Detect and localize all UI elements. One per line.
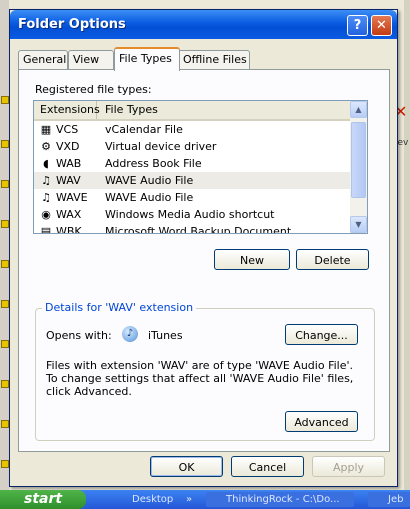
extension-cell: WAV [56, 174, 81, 187]
tab-offline-files[interactable]: Offline Files [178, 50, 250, 69]
extension-cell: VXD [56, 140, 80, 153]
window-title: Folder Options [18, 17, 126, 32]
file-type-cell: Microsoft Word Backup Document [105, 225, 292, 234]
background-marker-icon [1, 140, 9, 148]
extension-cell: VCS [56, 123, 79, 136]
opens-with-app: iTunes [148, 329, 183, 342]
taskbar-item-thinkingrock[interactable]: ThinkingRock - C:\Do... [206, 492, 354, 507]
itunes-icon: ♪ [122, 326, 138, 342]
details-description: Files with extension 'WAV' are of type '… [46, 359, 354, 398]
list-header: Extensions File Types [34, 101, 350, 121]
new-button[interactable]: New [214, 249, 290, 270]
scroll-thumb[interactable] [351, 122, 366, 198]
background-window-edge [0, 0, 9, 490]
list-item[interactable]: ▤ WBK Microsoft Word Backup Document [34, 223, 350, 234]
background-marker-icon [1, 96, 9, 104]
file-type-cell: Address Book File [105, 157, 202, 170]
file-types-list[interactable]: Extensions File Types ▦ VCS vCalendar File… [33, 100, 368, 234]
delete-button[interactable]: Delete [296, 249, 369, 270]
column-header-file-types[interactable]: File Types [97, 101, 350, 119]
background-marker-icon [1, 300, 9, 308]
document-icon: ▤ [40, 225, 52, 234]
address-book-icon: ◖ [43, 157, 49, 170]
file-types-panel: Registered file types: Extensions File T… [18, 69, 390, 452]
scroll-down-button[interactable]: ▼ [350, 216, 367, 233]
background-marker-icon [1, 180, 9, 188]
registered-types-label: Registered file types: [35, 83, 152, 96]
gear-icon: ⚙ [41, 140, 51, 153]
music-note-icon: ♫ [41, 191, 51, 204]
music-note-icon: ♫ [41, 174, 51, 187]
list-item[interactable]: ♫ WAV WAVE Audio File [34, 172, 350, 189]
ok-button[interactable]: OK [150, 456, 223, 477]
background-marker-icon [1, 460, 9, 468]
file-type-cell: vCalendar File [105, 123, 183, 136]
background-marker-icon [1, 340, 9, 348]
file-type-cell: Windows Media Audio shortcut [105, 208, 275, 221]
column-header-extensions[interactable]: Extensions [34, 101, 100, 119]
calendar-icon: ▦ [40, 123, 52, 136]
taskbar-item-jeb[interactable]: Jeb [368, 492, 410, 507]
advanced-button[interactable]: Advanced [285, 411, 358, 432]
background-marker-icon [1, 380, 9, 388]
vertical-scrollbar[interactable]: ▲ ▼ [350, 101, 367, 233]
background-marker-icon [1, 220, 9, 228]
taskbar-item-desktop[interactable]: Desktop [132, 492, 173, 507]
background-marker-icon [1, 420, 9, 428]
cancel-button[interactable]: Cancel [231, 456, 304, 477]
taskbar: start Desktop » ThinkingRock - C:\Do... … [0, 490, 410, 509]
close-button[interactable]: ✕ [371, 15, 392, 36]
list-item[interactable]: ▦ VCS vCalendar File [34, 121, 350, 138]
folder-options-dialog: Folder Options ? ✕ General View File Typ… [9, 9, 398, 487]
extension-cell: WBK [56, 225, 82, 234]
taskbar-overflow-chevron[interactable]: » [186, 492, 192, 507]
tab-general[interactable]: General [18, 50, 68, 69]
details-group: Details for 'WAV' extension Opens with: … [35, 301, 375, 441]
list-item[interactable]: ◖ WAB Address Book File [34, 155, 350, 172]
details-legend: Details for 'WAV' extension [42, 301, 197, 314]
tab-file-types[interactable]: File Types [114, 47, 180, 71]
file-type-cell: WAVE Audio File [105, 191, 194, 204]
extension-cell: WAB [56, 157, 82, 170]
title-bar[interactable]: Folder Options ? ✕ [10, 10, 397, 39]
extension-cell: WAVE [56, 191, 88, 204]
extension-cell: WAX [56, 208, 82, 221]
start-button[interactable]: start [0, 490, 86, 509]
scroll-up-button[interactable]: ▲ [350, 101, 367, 118]
list-item[interactable]: ◉ WAX Windows Media Audio shortcut [34, 206, 350, 223]
help-button[interactable]: ? [347, 15, 368, 36]
list-rows: ▦ VCS vCalendar File ⚙ VXD Virtual device dri… [34, 121, 350, 234]
list-item[interactable]: ⚙ VXD Virtual device driver [34, 138, 350, 155]
tab-view[interactable]: View [68, 50, 114, 69]
background-marker-icon [1, 260, 9, 268]
opens-with-label: Opens with: [46, 329, 112, 342]
background-window-right-edge [404, 0, 410, 490]
file-type-cell: WAVE Audio File [105, 174, 194, 187]
list-item[interactable]: ♫ WAVE WAVE Audio File [34, 189, 350, 206]
apply-button[interactable]: Apply [312, 456, 385, 477]
change-button[interactable]: Change... [285, 324, 358, 345]
media-player-icon: ◉ [41, 208, 51, 221]
file-type-cell: Virtual device driver [105, 140, 217, 153]
